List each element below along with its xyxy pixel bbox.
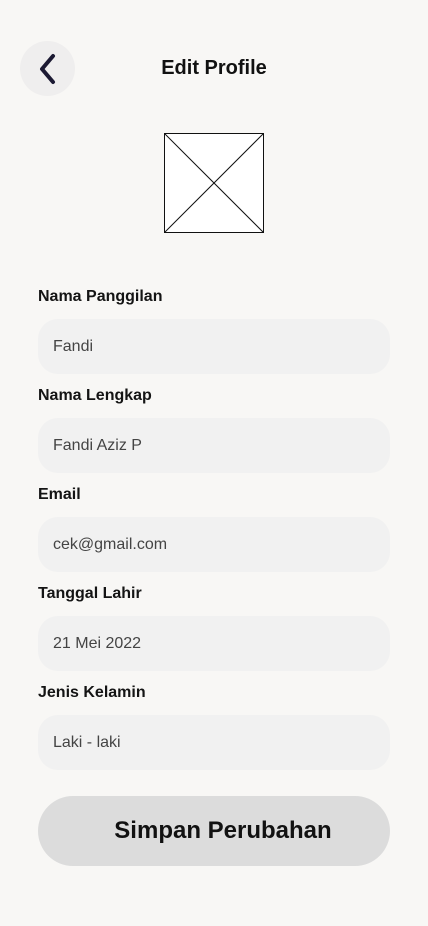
email-field[interactable]: cek@gmail.com — [38, 517, 390, 572]
email-value: cek@gmail.com — [53, 535, 168, 553]
save-changes-label: Simpan Perubahan — [114, 817, 332, 844]
nickname-label: Nama Panggilan — [38, 288, 163, 305]
email-label: Email — [38, 486, 81, 503]
fullname-value: Fandi Aziz P — [53, 436, 142, 454]
gender-label: Jenis Kelamin — [38, 684, 146, 701]
page-title: Edit Profile — [161, 57, 267, 79]
gender-value: Laki - laki — [53, 733, 121, 751]
nickname-value: Fandi — [53, 337, 94, 355]
gender-field[interactable]: Laki - laki — [38, 715, 390, 770]
fullname-label: Nama Lengkap — [38, 387, 152, 404]
save-changes-button[interactable]: Simpan Perubahan — [38, 796, 390, 866]
nickname-field[interactable]: Fandi — [38, 319, 390, 374]
fullname-field[interactable]: Fandi Aziz P — [38, 418, 390, 473]
image-placeholder-icon — [164, 133, 264, 233]
birthdate-label: Tanggal Lahir — [38, 585, 142, 602]
birthdate-value: 21 Mei 2022 — [53, 634, 142, 652]
birthdate-field[interactable]: 21 Mei 2022 — [38, 616, 390, 671]
profile-photo[interactable] — [164, 133, 264, 233]
